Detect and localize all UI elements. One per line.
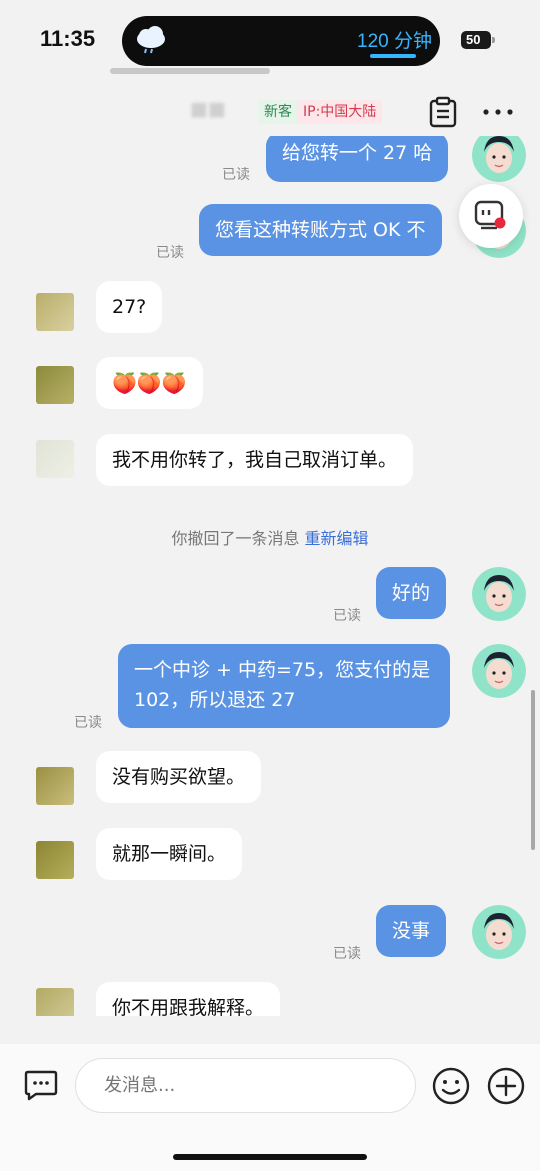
- message-bubble-incoming[interactable]: 你不用跟我解释。: [96, 982, 281, 1016]
- contact-avatar[interactable]: [36, 440, 74, 478]
- add-icon[interactable]: [486, 1066, 526, 1106]
- message-bubble-outgoing[interactable]: 给您转一个 27 哈: [266, 136, 449, 182]
- contact-name-blurred: ■■: [190, 98, 226, 120]
- read-receipt: 已读: [222, 167, 250, 183]
- avatar-icon: [472, 644, 526, 698]
- more-icon[interactable]: [480, 96, 516, 128]
- message-bubble-incoming[interactable]: 就那一瞬间。: [96, 828, 243, 880]
- robot-icon: [474, 200, 506, 230]
- avatar-icon: [472, 905, 526, 959]
- user-avatar[interactable]: [472, 905, 526, 959]
- recall-text: 你撤回了一条消息: [171, 529, 300, 548]
- read-receipt: 已读: [333, 946, 361, 962]
- new-customer-tag: 新客: [258, 100, 298, 124]
- message-line: 102，所以退还 27: [134, 689, 296, 711]
- message-bubble-incoming[interactable]: 我不用你转了，我自己取消订单。: [96, 434, 414, 486]
- re-edit-link[interactable]: 重新编辑: [305, 529, 369, 548]
- battery-indicator: 50: [461, 31, 495, 49]
- contact-avatar[interactable]: [36, 841, 74, 879]
- contact-avatar[interactable]: [36, 366, 74, 404]
- message-input[interactable]: [75, 1058, 416, 1113]
- read-receipt: 已读: [156, 245, 184, 261]
- emoji-icon[interactable]: [431, 1066, 471, 1106]
- read-receipt: 已读: [74, 715, 102, 731]
- chat-scrollbar[interactable]: [531, 690, 535, 850]
- user-avatar[interactable]: [472, 644, 526, 698]
- user-avatar[interactable]: [472, 567, 526, 621]
- contact-avatar[interactable]: [36, 988, 74, 1016]
- avatar-icon: [472, 136, 526, 182]
- message-bubble-outgoing[interactable]: 没事: [376, 905, 447, 957]
- ip-location-tag: IP:中国大陆: [297, 100, 383, 124]
- chat-area[interactable]: 给您转一个 27 哈 已读 您看这种转账方式 OK 不 已读 27? 🍑🍑🍑 我…: [0, 136, 540, 1016]
- message-bubble-outgoing[interactable]: 好的: [376, 567, 447, 619]
- timer-progress: [370, 54, 416, 58]
- cloud-icon: [137, 26, 165, 54]
- chat-header: ■■ 新客 IP:中国大陆: [0, 88, 540, 136]
- message-bubble-incoming[interactable]: 🍑🍑🍑: [96, 357, 203, 409]
- message-bubble-outgoing[interactable]: 一个中诊 + 中药=75，您支付的是 102，所以退还 27: [118, 644, 450, 728]
- message-bubble-outgoing[interactable]: 您看这种转账方式 OK 不: [199, 204, 442, 256]
- home-indicator: [173, 1154, 367, 1160]
- recall-notice: 你撤回了一条消息 重新编辑: [0, 525, 540, 549]
- status-time: 11:35: [40, 26, 96, 51]
- message-line: 一个中诊 + 中药=75，您支付的是: [134, 659, 431, 681]
- contact-avatar[interactable]: [36, 293, 74, 331]
- status-bar: 11:35 120 分钟 50: [0, 0, 540, 80]
- message-bubble-incoming[interactable]: 没有购买欲望。: [96, 751, 262, 803]
- quick-reply-icon[interactable]: [22, 1066, 60, 1104]
- input-bar: [0, 1044, 540, 1171]
- assistant-robot-button[interactable]: [459, 184, 523, 248]
- message-bubble-incoming[interactable]: 27?: [96, 281, 163, 333]
- top-pill: [110, 68, 270, 74]
- user-avatar[interactable]: [472, 136, 526, 182]
- read-receipt: 已读: [333, 608, 361, 624]
- dynamic-island[interactable]: 120 分钟: [122, 16, 440, 66]
- avatar-icon: [472, 567, 526, 621]
- timer-text: 120 分钟: [357, 31, 432, 52]
- contact-avatar[interactable]: [36, 767, 74, 805]
- clipboard-icon[interactable]: [428, 96, 458, 128]
